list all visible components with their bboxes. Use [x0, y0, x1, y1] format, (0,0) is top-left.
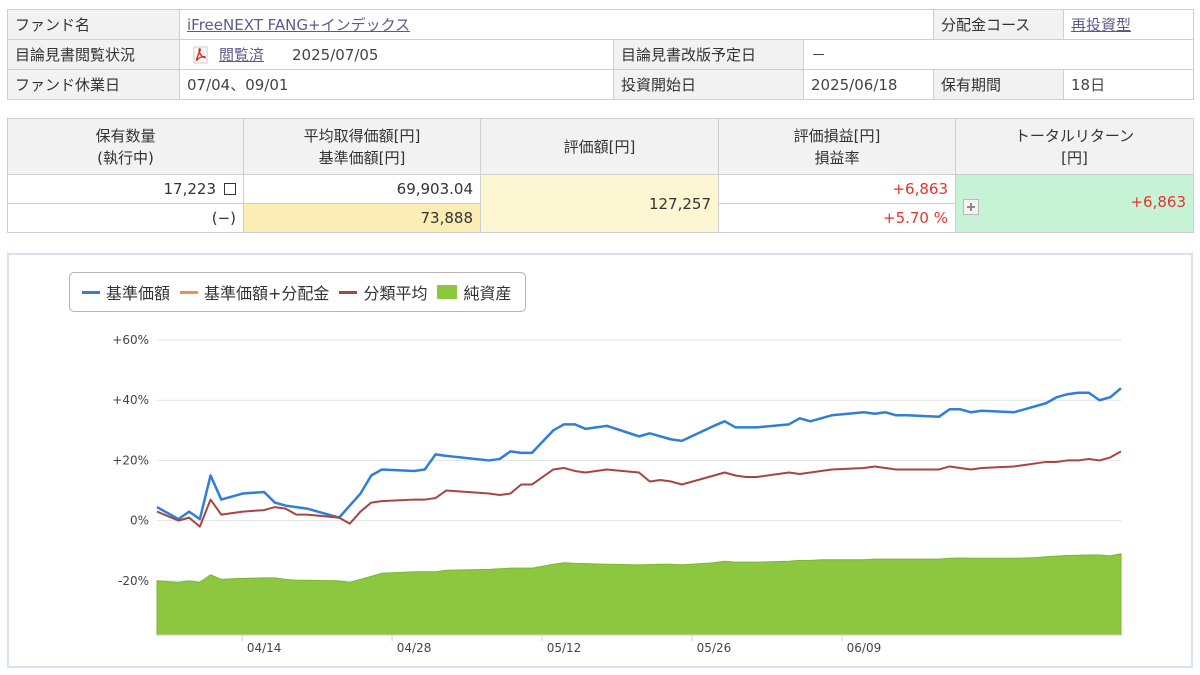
avg-price-cell: 69,903.04: [243, 174, 481, 204]
legend-label: 基準価額+分配金: [204, 284, 330, 303]
dividend-course-label: 分配金コース: [933, 9, 1064, 40]
legend-swatch: [437, 285, 458, 299]
fund-info-table: ファンド名 iFreeNEXT FANG+インデックス 分配金コース 再投資型 …: [7, 9, 1194, 100]
legend-item[interactable]: 基準価額+分配金: [180, 280, 329, 304]
pdf-icon[interactable]: [193, 46, 209, 64]
profit-loss-cell: +6,863: [718, 174, 956, 204]
holdings-header-row: 保有数量 (執行中) 平均取得価額[円] 基準価額[円] 評価額[円] 評価損益[円…: [7, 118, 1194, 175]
fund-name-row: ファンド名 iFreeNEXT FANG+インデックス 分配金コース 再投資型: [7, 9, 1194, 40]
fund-holiday-value: 07/04、09/01: [179, 69, 614, 100]
fund-name-label: ファンド名: [7, 9, 180, 40]
dividend-course-link[interactable]: 再投資型: [1071, 16, 1131, 34]
prospectus-revision-value: －: [803, 39, 1194, 70]
prospectus-viewed-link[interactable]: 閲覧済: [219, 46, 264, 64]
prospectus-revision-label: 目論見書改版予定日: [613, 39, 804, 70]
quantity-header: 保有数量 (執行中): [7, 118, 244, 175]
x-tick-label: 05/26: [697, 641, 732, 655]
series-line: [156, 387, 1122, 521]
x-tick-label: 06/09: [847, 641, 882, 655]
legend-swatch: [339, 290, 358, 294]
legend-label: 分類平均: [363, 284, 428, 303]
y-tick-label: -20%: [118, 574, 149, 588]
y-tick-label: +20%: [112, 453, 149, 467]
prospectus-row: 目論見書閲覧状況 閲覧済 2025/07/05 目論見書改版予定日 －: [7, 39, 1194, 70]
x-tick-label: 04/28: [397, 641, 432, 655]
total-return-header: トータルリターン [円]: [955, 118, 1194, 175]
legend-item[interactable]: 基準価額: [82, 280, 170, 304]
prospectus-status-label: 目論見書閲覧状況: [7, 39, 180, 70]
holdings-table: 保有数量 (執行中) 平均取得価額[円] 基準価額[円] 評価額[円] 評価損益[円…: [7, 118, 1194, 233]
legend-item[interactable]: 純資産: [437, 280, 511, 304]
y-tick-label: +60%: [112, 333, 149, 347]
performance-chart: +60% +40% +20% 0% -20% 04/14 04/28 05/12 05/26 06…: [7, 253, 1193, 668]
legend-swatch: [180, 290, 199, 294]
y-tick-label: 0%: [130, 514, 149, 528]
profit-loss-rate-cell: +5.70 %: [718, 203, 956, 233]
valuation-cell: 127,257: [480, 174, 719, 233]
x-tick-label: 04/14: [247, 641, 282, 655]
legend-label: 基準価額: [106, 284, 171, 303]
valuation-header: 評価額[円]: [480, 118, 719, 175]
total-return-cell: +6,863: [955, 174, 1194, 233]
holdings-row: 17,223 69,903.04 127,257 +6,863 +6,863: [7, 174, 1194, 233]
x-tick-label: 05/12: [547, 641, 582, 655]
investment-start-label: 投資開始日: [613, 69, 804, 100]
profit-loss-header: 評価損益[円] 損益率: [718, 118, 956, 175]
fund-holiday-label: ファンド休業日: [7, 69, 180, 100]
pending-quantity-cell: (−): [7, 203, 244, 233]
avg-price-header: 平均取得価額[円] 基準価額[円]: [243, 118, 481, 175]
net-assets-area: [156, 553, 1122, 636]
fund-name-link[interactable]: iFreeNEXT FANG+インデックス: [187, 16, 410, 34]
investment-start-value: 2025/06/18: [803, 69, 934, 100]
checkbox-square-icon: [224, 183, 236, 195]
chart-plot: +60% +40% +20% 0% -20% 04/14 04/28 05/12 05/26 06…: [112, 333, 1122, 655]
legend-label: 純資産: [463, 284, 512, 303]
prospectus-date: 2025/07/05: [292, 46, 379, 64]
holding-period-value: 18日: [1063, 69, 1194, 100]
nav-cell: 73,888: [243, 203, 481, 233]
y-tick-label: +40%: [112, 393, 149, 407]
series-line: [156, 450, 1122, 528]
chart-legend: 基準価額 基準価額+分配金 分類平均 純資産: [69, 272, 527, 312]
expand-plus-icon[interactable]: [963, 198, 979, 215]
legend-swatch: [82, 290, 100, 294]
holiday-row: ファンド休業日 07/04、09/01 投資開始日 2025/06/18 保有期…: [7, 69, 1194, 100]
holding-period-label: 保有期間: [933, 69, 1064, 100]
legend-item[interactable]: 分類平均: [339, 280, 427, 304]
quantity-cell: 17,223: [7, 174, 244, 204]
